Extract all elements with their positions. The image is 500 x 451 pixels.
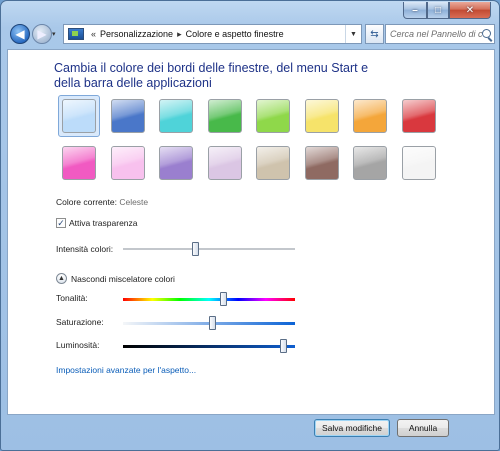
color-swatch[interactable]: [304, 146, 339, 180]
current-color: Colore corrente: Celeste: [56, 197, 148, 207]
saturation-slider-thumb[interactable]: [208, 316, 216, 330]
search-icon[interactable]: [482, 29, 491, 38]
intensity-slider-thumb[interactable]: [192, 242, 200, 256]
recent-pages-dropdown[interactable]: ▾: [52, 30, 60, 38]
mixer-toggle[interactable]: ▲ Nascondi miscelatore colori: [56, 273, 175, 284]
color-swatch[interactable]: [353, 99, 387, 133]
forward-arrow-icon: ▶: [37, 27, 47, 41]
color-swatch[interactable]: [256, 146, 290, 180]
saturation-slider[interactable]: [123, 316, 295, 330]
mixer-toggle-label[interactable]: Nascondi miscelatore colori: [71, 274, 175, 284]
caption-buttons: – □ ✕: [403, 2, 491, 19]
hue-slider[interactable]: [123, 292, 295, 306]
navigation-bar: ◀ ▶ ▾ « Personalizzazione ▸ Colore e asp…: [7, 21, 495, 47]
search-input[interactable]: [390, 29, 482, 39]
chevron-down-icon: ▼: [350, 30, 357, 38]
cancel-button[interactable]: Annulla: [397, 419, 449, 437]
transparency-option[interactable]: ✓ Attiva trasparenza: [56, 218, 138, 228]
color-swatch[interactable]: [207, 146, 242, 180]
back-arrow-icon: ◀: [15, 27, 25, 41]
current-color-label: Colore corrente:: [56, 197, 117, 207]
color-swatch[interactable]: [401, 99, 436, 133]
transparency-label[interactable]: Attiva trasparenza: [69, 218, 138, 228]
forward-button[interactable]: ▶: [32, 24, 52, 44]
save-button[interactable]: Salva modifiche: [314, 419, 390, 437]
color-swatch[interactable]: [304, 99, 339, 133]
close-button[interactable]: ✕: [449, 2, 491, 19]
window: – □ ✕ ◀ ▶ ▾ « Personalizzazione ▸ Colore…: [0, 0, 500, 451]
brightness-slider-thumb[interactable]: [279, 339, 287, 353]
color-swatch[interactable]: [110, 99, 145, 133]
back-button[interactable]: ◀: [10, 24, 30, 44]
color-swatch[interactable]: [353, 146, 387, 180]
search-box[interactable]: [385, 24, 495, 44]
color-swatch[interactable]: [159, 99, 193, 133]
advanced-appearance-link[interactable]: Impostazioni avanzate per l'aspetto...: [56, 365, 196, 375]
breadcrumb-personalizzazione[interactable]: Personalizzazione: [100, 29, 173, 39]
breadcrumb-overflow[interactable]: «: [91, 29, 96, 39]
refresh-icon: ⇆: [370, 28, 379, 40]
hue-slider-thumb[interactable]: [220, 292, 228, 306]
current-color-value: Celeste: [119, 197, 149, 207]
chevron-down-icon: ▾: [52, 31, 56, 38]
color-swatch[interactable]: [256, 99, 290, 133]
chevron-right-icon[interactable]: ▸: [177, 29, 182, 40]
brightness-slider[interactable]: [123, 339, 295, 353]
address-dropdown-button[interactable]: ▼: [345, 25, 361, 43]
saturation-label: Saturazione:: [56, 317, 104, 327]
refresh-button[interactable]: ⇆: [365, 24, 384, 44]
content-panel: Cambia il colore dei bordi delle finestr…: [7, 49, 495, 415]
color-swatch[interactable]: [62, 146, 96, 180]
color-swatch[interactable]: [62, 99, 96, 133]
brightness-label: Luminosità:: [56, 340, 100, 350]
chevron-up-icon[interactable]: ▲: [56, 273, 67, 284]
control-panel-icon: [68, 28, 84, 40]
color-swatch[interactable]: [401, 146, 436, 180]
maximize-button[interactable]: □: [427, 2, 449, 19]
intensity-label: Intensità colori:: [56, 244, 114, 254]
transparency-checkbox[interactable]: ✓: [56, 218, 66, 228]
color-swatch[interactable]: [207, 99, 242, 133]
color-swatch[interactable]: [159, 146, 193, 180]
color-swatch[interactable]: [110, 146, 145, 180]
breadcrumb-colore-aspetto[interactable]: Colore e aspetto finestre: [186, 29, 284, 39]
page-title: Cambia il colore dei bordi delle finestr…: [54, 61, 369, 90]
address-bar[interactable]: « Personalizzazione ▸ Colore e aspetto f…: [63, 24, 362, 44]
hue-label: Tonalità:: [56, 293, 88, 303]
intensity-slider[interactable]: [123, 242, 295, 256]
minimize-button[interactable]: –: [403, 2, 427, 19]
